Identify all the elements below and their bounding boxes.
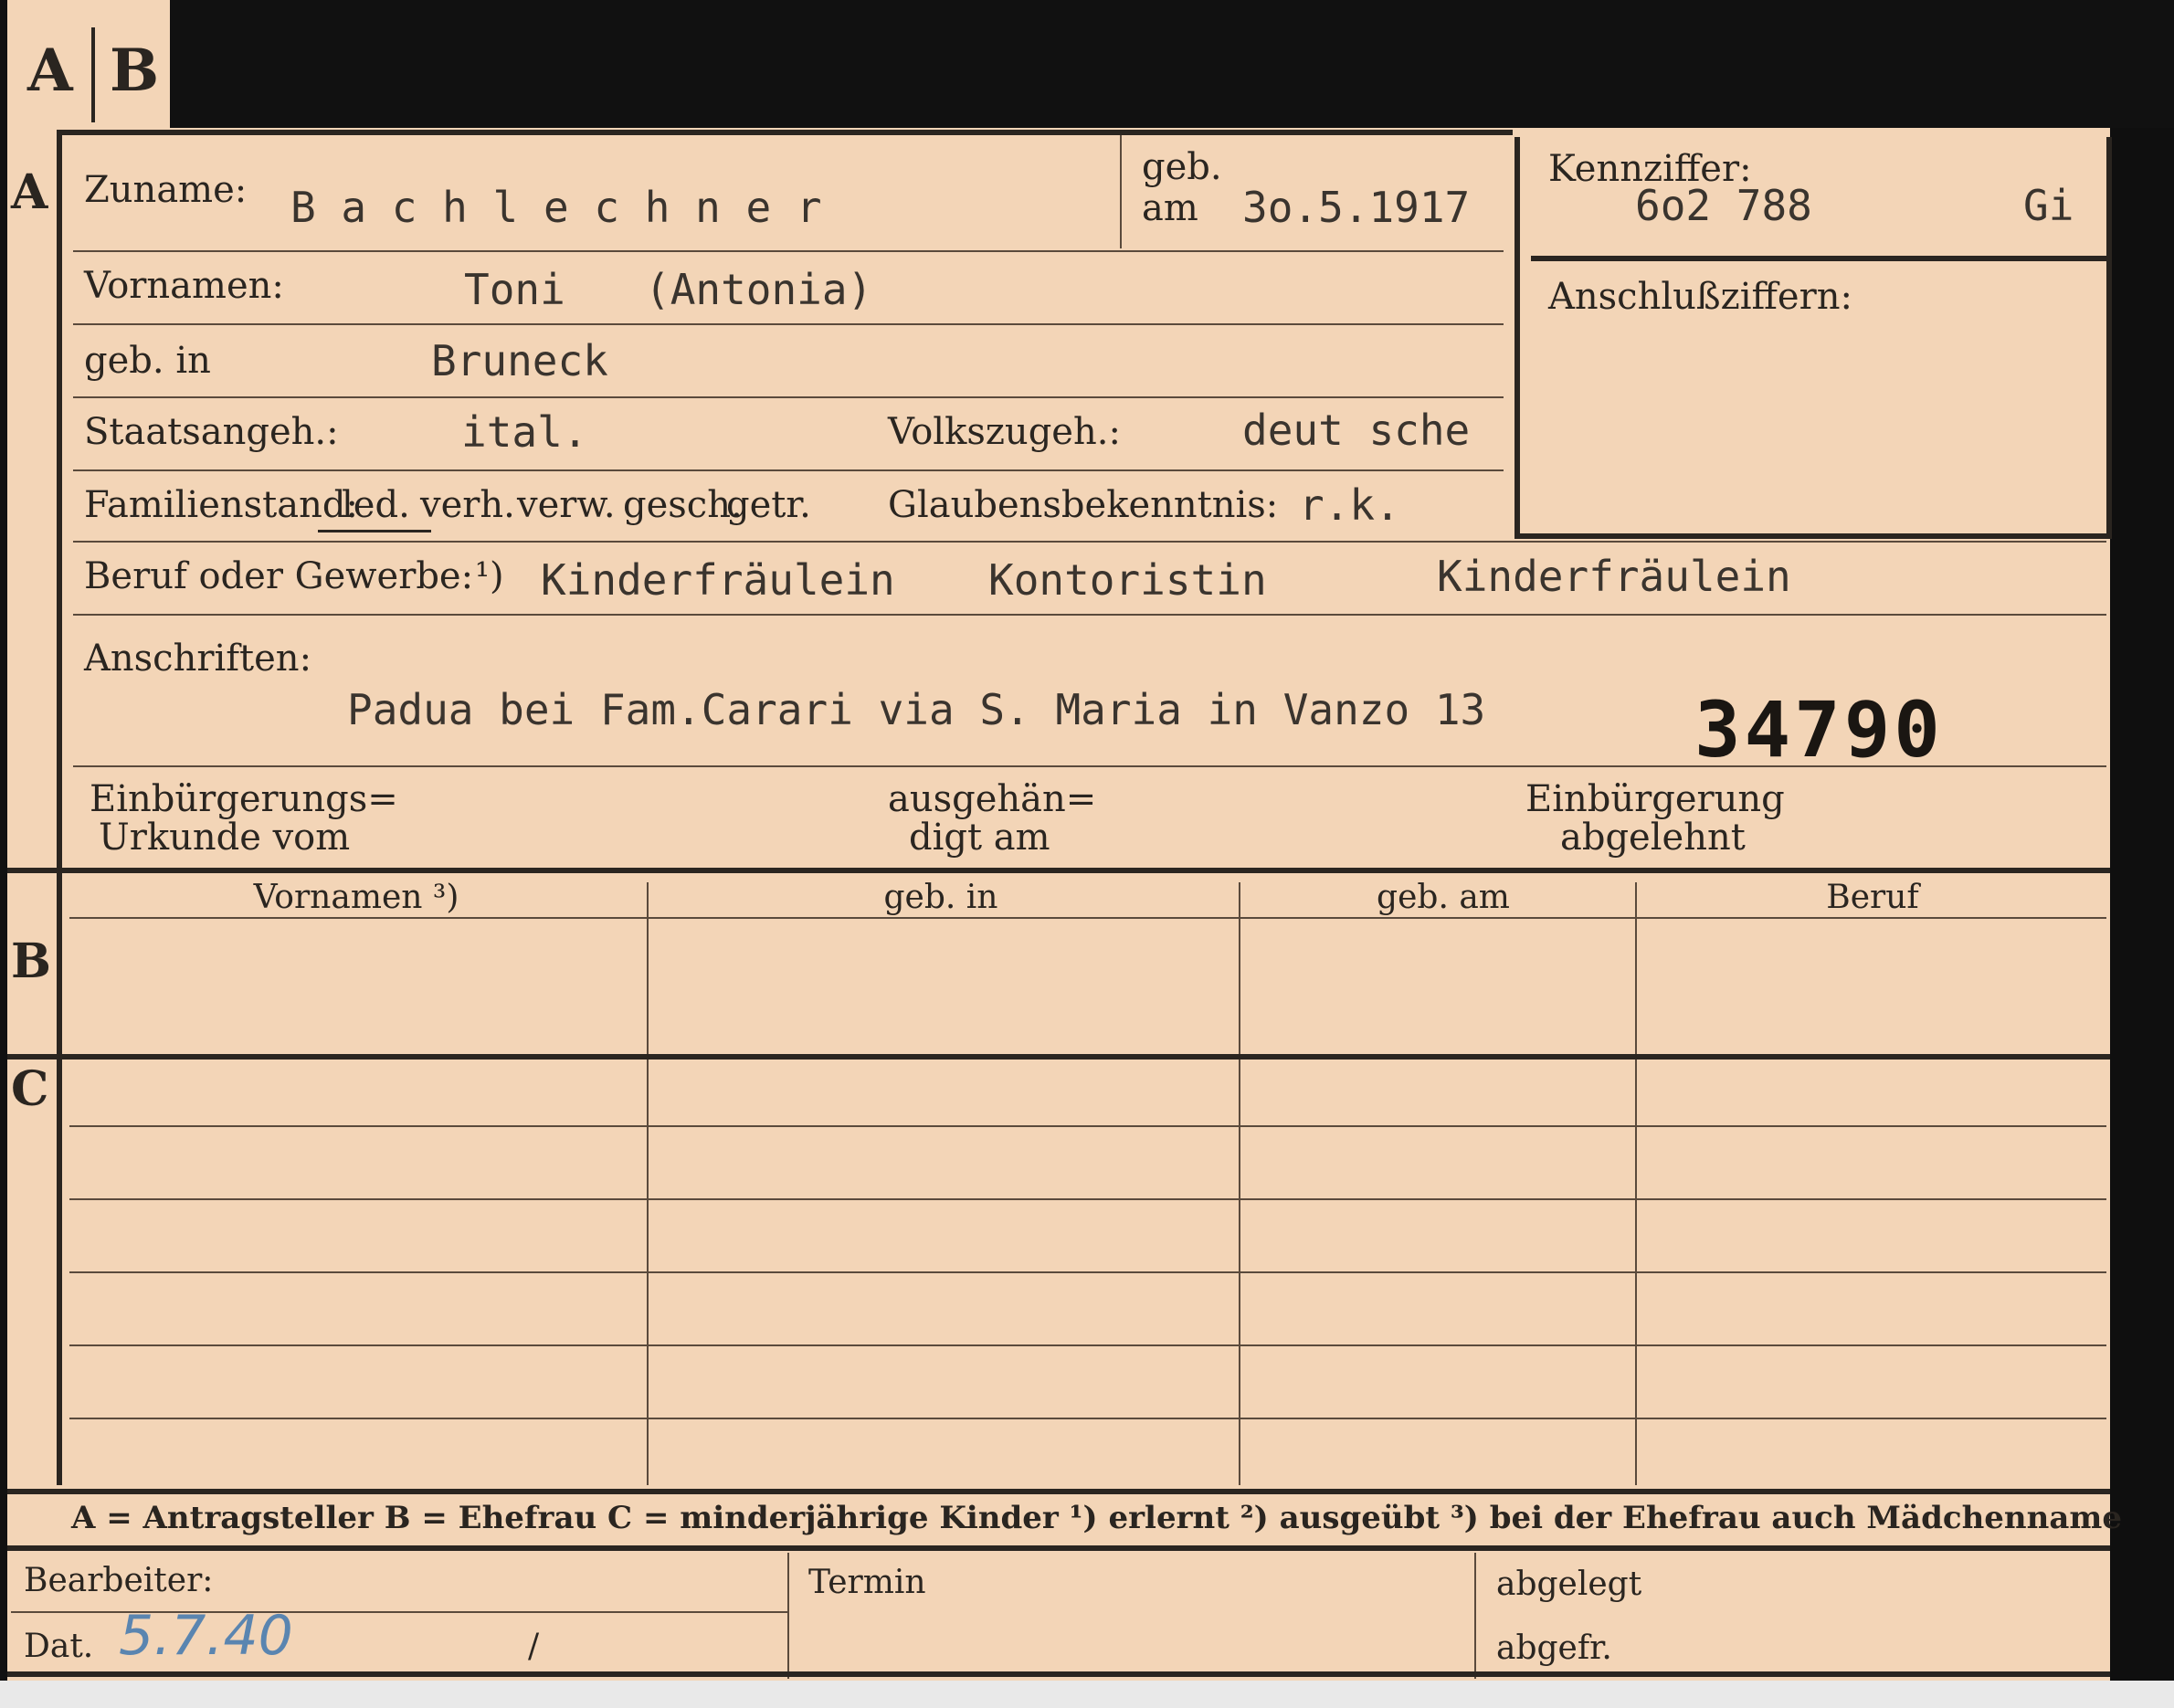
table-row-line bbox=[69, 1125, 2106, 1127]
abgelegt-label: abgelegt bbox=[1496, 1566, 1642, 1603]
einbuergerung-label-line1: Einbürgerungs= bbox=[90, 778, 398, 820]
zuname-value: B a c h l e c h n e r bbox=[290, 183, 822, 232]
column-header-vornamen: Vornamen ³) bbox=[253, 879, 459, 916]
einbuergerung-abgelehnt-label-line2: abgelehnt bbox=[1560, 817, 1746, 859]
beruf-footnote: ¹) bbox=[475, 555, 504, 597]
card-index-tab: A B bbox=[7, 0, 170, 132]
kennziffer-box-left-border bbox=[1514, 137, 1520, 539]
scan-edge-bottom bbox=[0, 1681, 2174, 1708]
row-line bbox=[73, 541, 2106, 543]
card-bottom-border bbox=[7, 1671, 2110, 1677]
ausgehaendigt-label-line2: digt am bbox=[909, 817, 1050, 859]
vornamen-label: Vornamen: bbox=[84, 265, 284, 307]
volkszugeh-value: deut sche bbox=[1242, 406, 1471, 455]
abgefr-label: abgefr. bbox=[1496, 1629, 1612, 1667]
kennziffer-divider bbox=[1531, 256, 2106, 261]
bearbeiter-label: Bearbeiter: bbox=[24, 1562, 214, 1599]
glaubensbekenntnis-label: Glaubensbekenntnis: bbox=[888, 484, 1279, 526]
vornamen-alt-value: (Antonia) bbox=[645, 265, 873, 314]
section-label-c: C bbox=[11, 1061, 49, 1117]
staatsangeh-value: ital. bbox=[461, 407, 588, 457]
column-divider bbox=[1635, 882, 1637, 1485]
section-a-top-border bbox=[60, 130, 1513, 135]
anschlussziffern-label: Anschlußziffern: bbox=[1548, 276, 1852, 318]
glaubensbekenntnis-value: r.k. bbox=[1299, 480, 1400, 530]
dat-slash: / bbox=[528, 1628, 540, 1665]
einbuergerung-label-line2: Urkunde vom bbox=[99, 817, 351, 859]
section-bc-left-border bbox=[57, 873, 62, 1485]
vornamen-value: Toni bbox=[464, 265, 565, 314]
footer-divider bbox=[787, 1553, 789, 1679]
geb-am-divider bbox=[1120, 135, 1122, 248]
column-divider bbox=[647, 882, 649, 1485]
ausgehaendigt-label-line1: ausgehän= bbox=[888, 778, 1097, 820]
section-b-top-border bbox=[7, 868, 2110, 873]
familienstand-option-gesch: gesch. bbox=[623, 484, 743, 526]
anschriften-label: Anschriften: bbox=[84, 638, 312, 680]
geb-in-value: Bruneck bbox=[431, 336, 608, 385]
column-header-geb-in: geb. in bbox=[883, 879, 998, 916]
geb-in-label: geb. in bbox=[84, 340, 211, 382]
staatsangeh-label: Staatsangeh.: bbox=[84, 411, 339, 453]
kennziffer-value: 6o2 788 bbox=[1635, 181, 1812, 230]
section-label-b: B bbox=[11, 933, 51, 989]
tab-letter-b: B bbox=[110, 37, 160, 105]
dat-label: Dat. bbox=[24, 1628, 94, 1665]
familienstand-label: Familienstand: bbox=[84, 484, 358, 526]
beruf-value-1: Kinderfräulein bbox=[541, 555, 895, 605]
einbuergerung-abgelehnt-label-line1: Einbürgerung bbox=[1525, 778, 1785, 820]
geb-am-label-line2: am bbox=[1142, 187, 1198, 229]
table-header-line bbox=[69, 917, 2106, 919]
tab-letter-a: A bbox=[27, 37, 73, 105]
row-line bbox=[73, 250, 1504, 252]
familienstand-option-verw: verw. bbox=[517, 484, 616, 526]
row-line bbox=[73, 469, 1504, 471]
volkszugeh-label: Volkszugeh.: bbox=[888, 411, 1121, 453]
kennziffer-box-right-border bbox=[2106, 137, 2112, 539]
legend-top-border bbox=[7, 1489, 2110, 1494]
row-line bbox=[73, 765, 2106, 767]
kennziffer-box-bottom bbox=[1514, 533, 2112, 539]
row-line bbox=[73, 323, 1504, 325]
legend-text: A = Antragsteller B = Ehefrau C = minder… bbox=[71, 1500, 2122, 1536]
section-a-left-border bbox=[57, 130, 62, 870]
familienstand-option-led: led. bbox=[342, 484, 410, 526]
familienstand-option-verh: verh. bbox=[420, 484, 515, 526]
section-c-top-border bbox=[7, 1054, 2110, 1060]
beruf-label: Beruf oder Gewerbe: bbox=[84, 555, 474, 597]
row-line bbox=[73, 614, 2106, 616]
table-row-line bbox=[69, 1418, 2106, 1419]
anschrift-value: Padua bei Fam.Carari via S. Maria in Van… bbox=[347, 685, 1486, 734]
column-divider bbox=[1239, 882, 1240, 1485]
column-header-beruf: Beruf bbox=[1826, 879, 1919, 916]
familienstand-option-getr: getr. bbox=[726, 484, 811, 526]
beruf-value-3: Kinderfräulein bbox=[1437, 552, 1791, 601]
legend-bottom-border bbox=[7, 1545, 2110, 1551]
beruf-value-2: Kontoristin bbox=[988, 555, 1267, 605]
tab-divider bbox=[91, 27, 95, 122]
table-row-line bbox=[69, 1198, 2106, 1200]
footer-divider bbox=[1474, 1553, 1476, 1679]
scan-edge-right bbox=[2110, 128, 2174, 1708]
termin-label: Termin bbox=[808, 1564, 926, 1601]
column-header-geb-am: geb. am bbox=[1377, 879, 1510, 916]
stamp-number: 34790 bbox=[1694, 685, 1944, 775]
geb-am-value: 3o.5.1917 bbox=[1242, 183, 1471, 232]
row-line bbox=[73, 396, 1504, 398]
section-label-a: A bbox=[11, 164, 48, 220]
zuname-label: Zuname: bbox=[84, 169, 248, 211]
dat-handwritten-value: 5.7.40 bbox=[119, 1604, 293, 1668]
table-row-line bbox=[69, 1344, 2106, 1346]
familienstand-underline bbox=[318, 530, 431, 532]
table-row-line bbox=[69, 1271, 2106, 1273]
geb-am-label-line1: geb. bbox=[1142, 146, 1222, 188]
kennziffer-suffix: Gi bbox=[2023, 181, 2074, 230]
